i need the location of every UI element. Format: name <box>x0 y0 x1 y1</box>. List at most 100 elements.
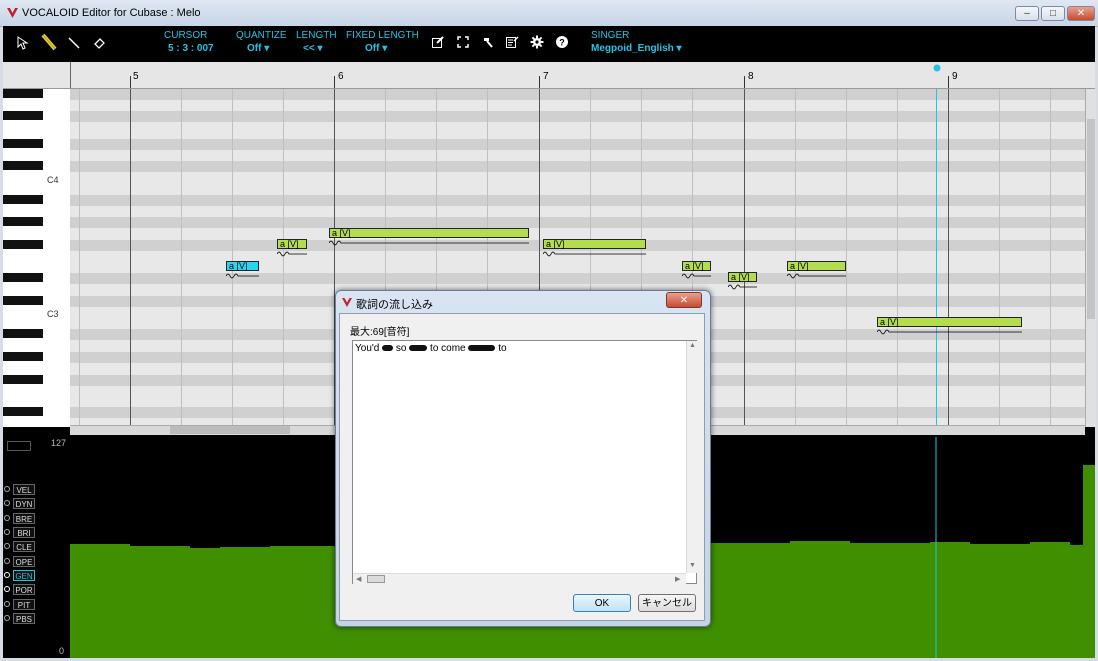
black-key[interactable] <box>3 407 43 416</box>
black-key[interactable] <box>3 139 43 148</box>
beat-line <box>999 89 1000 427</box>
param-pit-button[interactable]: PIT <box>13 599 35 610</box>
lyrics-text: You'd so to come to <box>355 343 507 354</box>
scroll-up-arrow-icon[interactable]: ▲ <box>689 342 696 349</box>
note[interactable]: a [V] <box>543 239 646 249</box>
title-bar: VOCALOID Editor for Cubase : Melo ‒ □ ✕ <box>0 0 1098 27</box>
note[interactable]: a [V] <box>277 239 307 249</box>
param-eye-icon[interactable] <box>4 572 10 578</box>
black-key[interactable] <box>3 89 43 98</box>
param-eye-icon[interactable] <box>4 500 10 506</box>
param-bre-button[interactable]: BRE <box>13 513 35 524</box>
note[interactable]: a [V] <box>877 317 1022 327</box>
param-eye-icon[interactable] <box>4 586 10 592</box>
black-key[interactable] <box>3 217 43 226</box>
edit-icon[interactable] <box>431 35 445 49</box>
pencil-tool-icon[interactable] <box>39 32 59 52</box>
textarea-horizontal-scrollbar[interactable]: ◀ ▶ <box>353 573 686 584</box>
close-button[interactable]: ✕ <box>1067 6 1095 21</box>
cursor-label: CURSOR <box>164 30 208 41</box>
lyrics-textarea[interactable]: You'd so to come to ▲ ▼ ◀ ▶ <box>352 340 697 584</box>
note[interactable]: a [V] <box>728 272 757 282</box>
beat-line <box>846 89 847 427</box>
param-pbs-button[interactable]: PBS <box>13 613 35 624</box>
note[interactable]: a [V] <box>682 261 711 271</box>
grid-row <box>70 217 1085 228</box>
note[interactable]: a [V] <box>787 261 846 271</box>
maximize-button[interactable]: □ <box>1041 6 1065 21</box>
lyrics-flow-dialog: 歌詞の流し込み ✕ 最大:69[音符] You'd so to come to … <box>335 290 711 627</box>
minimize-button[interactable]: ‒ <box>1015 6 1039 21</box>
length-label: LENGTH <box>296 30 337 41</box>
fixed-length-dropdown[interactable]: Off ▾ <box>365 43 387 54</box>
param-eye-icon[interactable] <box>4 558 10 564</box>
control-max-label: 127 <box>51 438 67 448</box>
ok-button[interactable]: OK <box>573 594 631 612</box>
line-tool-icon[interactable] <box>66 35 82 51</box>
black-key[interactable] <box>3 161 43 170</box>
param-bri-button[interactable]: BRI <box>13 527 35 538</box>
black-key[interactable] <box>3 329 43 338</box>
note[interactable]: a [V] <box>329 228 529 238</box>
measure-tick <box>334 76 335 88</box>
scroll-right-arrow-icon[interactable]: ▶ <box>675 575 680 583</box>
param-gen-button[interactable]: GEN <box>13 570 35 581</box>
scroll-down-arrow-icon[interactable]: ▼ <box>689 562 696 569</box>
vibrato-line <box>787 273 846 279</box>
param-eye-icon[interactable] <box>4 486 10 492</box>
cancel-button[interactable]: キャンセル <box>638 594 696 612</box>
param-por-button[interactable]: POR <box>13 584 35 595</box>
measure-number: 6 <box>338 71 344 82</box>
note[interactable]: a [V] <box>226 261 259 271</box>
lyrics-edit-icon[interactable] <box>505 35 519 49</box>
vibrato-line <box>277 251 307 257</box>
measure-number: 5 <box>133 71 139 82</box>
measure-ruler[interactable]: 5 6 7 8 9 <box>3 62 1095 89</box>
playhead-line <box>936 89 937 427</box>
scroll-left-arrow-icon[interactable]: ◀ <box>356 575 361 583</box>
select-area-icon[interactable] <box>456 35 470 49</box>
help-icon[interactable]: ? <box>555 35 569 49</box>
black-key[interactable] <box>3 111 43 120</box>
horizontal-scroll-thumb[interactable] <box>170 426 290 434</box>
playhead-marker-icon[interactable] <box>932 64 942 72</box>
param-eye-icon[interactable] <box>4 615 10 621</box>
param-eye-icon[interactable] <box>4 529 10 535</box>
dialog-close-button[interactable]: ✕ <box>666 292 702 308</box>
lyric-word: You'd <box>355 343 380 354</box>
eraser-tool-icon[interactable] <box>91 35 107 51</box>
param-eye-icon[interactable] <box>4 601 10 607</box>
quantize-dropdown[interactable]: Off ▾ <box>247 43 269 54</box>
piano-keyboard[interactable]: C4 C3 <box>3 89 71 427</box>
arrow-tool-icon[interactable] <box>15 35 31 51</box>
black-key[interactable] <box>3 375 43 384</box>
lyric-word: so <box>395 343 407 354</box>
vibrato-line <box>543 251 646 257</box>
black-key[interactable] <box>3 296 43 305</box>
vibrato-line <box>682 273 711 279</box>
param-eye-icon[interactable] <box>4 515 10 521</box>
vertical-scroll-thumb[interactable] <box>1087 119 1095 319</box>
length-dropdown[interactable]: << ▾ <box>303 43 322 54</box>
black-key[interactable] <box>3 273 43 282</box>
param-eye-icon[interactable] <box>4 543 10 549</box>
param-vel-button[interactable]: VEL <box>13 484 35 495</box>
measure-number: 7 <box>543 71 549 82</box>
black-key[interactable] <box>3 240 43 249</box>
param-cle-button[interactable]: CLE <box>13 541 35 552</box>
control-track-sidebar: 127 0 VEL DYN BRE BRI CLE OPE GEN POR PI… <box>3 437 70 658</box>
key-label-c4: C4 <box>47 175 59 185</box>
measure-tick <box>744 76 745 88</box>
black-key[interactable] <box>3 352 43 361</box>
textarea-horizontal-thumb[interactable] <box>367 575 385 583</box>
gear-icon[interactable] <box>530 35 544 49</box>
param-ope-button[interactable]: OPE <box>13 556 35 567</box>
black-key[interactable] <box>3 195 43 204</box>
param-dyn-button[interactable]: DYN <box>13 498 35 509</box>
singer-dropdown[interactable]: Megpoid_English ▾ <box>591 43 682 54</box>
textarea-vertical-scrollbar[interactable]: ▲ ▼ <box>686 341 697 573</box>
control-value-box[interactable] <box>7 441 31 451</box>
beat-line <box>283 89 284 427</box>
hammer-icon[interactable] <box>481 35 495 49</box>
vertical-scrollbar[interactable] <box>1085 89 1096 427</box>
